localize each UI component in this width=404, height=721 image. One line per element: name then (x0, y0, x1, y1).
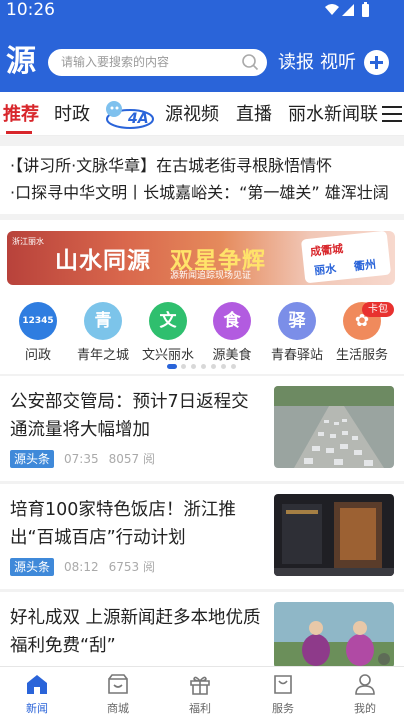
status-bar: 10:26 (0, 0, 404, 22)
tab-recommend[interactable]: 推荐 (3, 104, 39, 126)
nav-news[interactable]: 新闻 (7, 673, 67, 719)
nav-label: 我的 (354, 702, 376, 715)
service-icon-row: 12345 问政 青 青年之城 文 文兴丽水 食 源美食 驿 青春驿站 ✿ 生活… (0, 294, 404, 374)
news-source-tag: 源头条 (10, 450, 55, 468)
tab-4a-logo-icon[interactable]: 4A (102, 96, 154, 132)
news-views: 8057 阅 (108, 452, 155, 466)
service-item-youth-station[interactable]: 驿 青春驿站 (266, 302, 328, 363)
audio-video-button[interactable]: 视听 (320, 52, 356, 74)
status-time: 10:26 (6, 0, 55, 20)
news-time: 08:12 (64, 560, 99, 574)
app-logo[interactable]: 源 (6, 44, 36, 80)
service-icon (274, 675, 292, 694)
carousel-indicator (167, 364, 237, 370)
active-tab-underline (6, 131, 32, 134)
nav-service[interactable]: 服务 (253, 673, 313, 719)
page-dot (221, 364, 226, 369)
channel-tabs: 推荐 时政 4A 源视频 直播 丽水新闻联 (0, 92, 404, 136)
bottom-navigation: 新闻 商城 福利 服务 我的 (0, 666, 404, 721)
gift-icon (190, 676, 210, 695)
service-label: 生活服务 (335, 348, 388, 363)
youth-city-icon: 青 (84, 302, 122, 340)
page-dot (211, 364, 216, 369)
page-dot (201, 364, 206, 369)
nav-label: 新闻 (26, 702, 48, 715)
banner-section: 浙江丽水 山水同源 双星争辉 源新闻追踪现场见证 成衢城 丽水 衢州 (0, 220, 404, 294)
service-item-wenzheng[interactable]: 12345 问政 (7, 302, 69, 363)
news-meta: 源头条 08:12 6753 阅 (10, 558, 155, 576)
news-item[interactable]: 公安部交管局：预计7日返程交通流量将大幅增加 源头条 07:35 8057 阅 (0, 376, 404, 481)
user-icon (355, 674, 375, 695)
service-label: 文兴丽水 (141, 348, 194, 363)
channel-menu-icon[interactable] (382, 106, 402, 122)
page-dot (167, 364, 177, 369)
news-views: 6753 阅 (108, 560, 155, 574)
nav-welfare[interactable]: 福利 (170, 673, 230, 719)
banner-subtitle: 源新闻追踪现场见证 (170, 271, 252, 281)
banner-card-top: 成衢城 (309, 242, 344, 259)
headline-item[interactable]: ·【讲习所·文脉华章】在古城老街寻根脉悟情怀 (10, 156, 332, 176)
card-wallet-badge: 卡包 (362, 302, 394, 317)
food-icon: 食 (213, 302, 251, 340)
read-newspaper-button[interactable]: 读报 (278, 52, 314, 74)
news-thumbnail (274, 386, 394, 468)
search-placeholder: 请输入要搜索的内容 (61, 55, 170, 69)
news-title: 好礼成双 上源新闻赶多本地优质福利免费“刮” (10, 608, 261, 656)
headline-item[interactable]: ·口探寻中华文明丨长城嘉峪关：“第一雄关” 雄浑壮阔 (10, 183, 389, 203)
app-header: 10:26 源 请输入要搜索的内容 读报 视听 (0, 0, 404, 92)
news-item[interactable]: 培育100家特色饭店！浙江推出“百城百店”行动计划 源头条 08:12 6753 阅 (0, 484, 404, 589)
tab-lishui-news[interactable]: 丽水新闻联 (288, 104, 378, 126)
shop-icon (108, 674, 128, 694)
search-input[interactable]: 请输入要搜索的内容 (48, 49, 267, 76)
service-label: 青春驿站 (270, 348, 323, 363)
page-dot (231, 364, 236, 369)
nav-label: 商城 (107, 702, 129, 715)
service-label: 源美食 (212, 348, 252, 363)
nav-label: 福利 (189, 702, 211, 715)
service-item-youth-city[interactable]: 青 青年之城 (72, 302, 134, 363)
banner-ticket-card: 成衢城 丽水 衢州 (300, 231, 392, 284)
wenzheng-icon: 12345 (19, 302, 57, 340)
banner-title-left: 山水同源 (55, 248, 151, 274)
news-title: 培育100家特色饭店！浙江推出“百城百店”行动计划 (10, 500, 236, 548)
tab-source-video[interactable]: 源视频 (165, 104, 219, 126)
news-time: 07:35 (64, 452, 99, 466)
news-title: 公安部交管局：预计7日返程交通流量将大幅增加 (10, 392, 249, 440)
headline-ticker: ·【讲习所·文脉华章】在古城老街寻根脉悟情怀 ·口探寻中华文明丨长城嘉峪关：“第… (0, 146, 404, 214)
status-indicators-icon (325, 2, 369, 17)
promo-banner[interactable]: 浙江丽水 山水同源 双星争辉 源新闻追踪现场见证 成衢城 丽水 衢州 (7, 231, 395, 285)
news-thumbnail (274, 602, 394, 668)
news-thumbnail (274, 494, 394, 576)
tab-live[interactable]: 直播 (236, 104, 272, 126)
page-dot (181, 364, 186, 369)
service-label: 青年之城 (76, 348, 129, 363)
nav-label: 服务 (272, 702, 294, 715)
nav-mine[interactable]: 我的 (335, 673, 395, 719)
service-item-food[interactable]: 食 源美食 (201, 302, 263, 363)
banner-card-left: 丽水 (313, 262, 337, 278)
service-item-culture-lishui[interactable]: 文 文兴丽水 (137, 302, 199, 363)
news-meta: 源头条 07:35 8057 阅 (10, 450, 155, 468)
home-icon (27, 675, 47, 694)
culture-icon: 文 (149, 302, 187, 340)
tab-logo-text: 4A (127, 111, 149, 127)
tab-politics[interactable]: 时政 (54, 104, 90, 126)
news-item[interactable]: 好礼成双 上源新闻赶多本地优质福利免费“刮” (0, 592, 404, 668)
service-label: 问政 (24, 348, 51, 363)
banner-card-right: 衢州 (353, 257, 377, 274)
add-channel-icon[interactable] (364, 50, 389, 75)
youth-station-icon: 驿 (278, 302, 316, 340)
page-dot (191, 364, 196, 369)
banner-small-text: 浙江丽水 (12, 237, 44, 246)
news-source-tag: 源头条 (10, 558, 55, 576)
search-icon (242, 54, 259, 71)
nav-mall[interactable]: 商城 (88, 673, 148, 719)
